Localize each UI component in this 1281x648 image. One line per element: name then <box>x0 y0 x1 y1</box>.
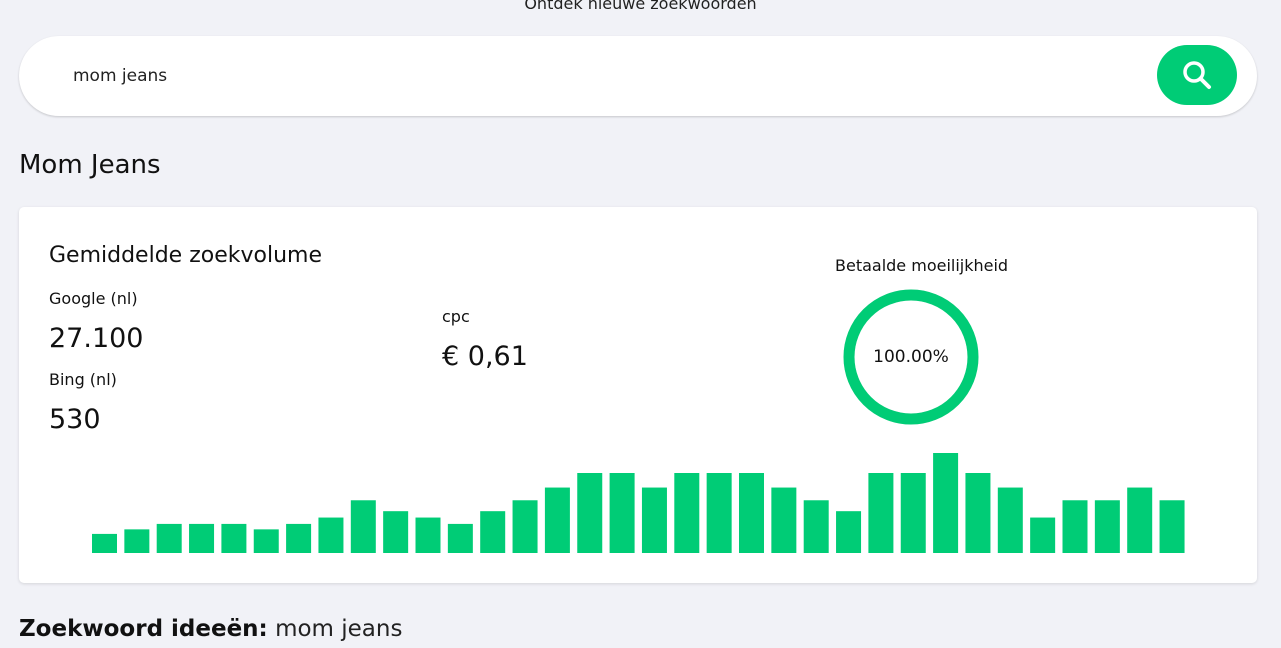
volume-bar-28 <box>965 473 991 553</box>
volume-bar-22 <box>771 487 797 553</box>
volume-bar-17 <box>609 473 635 553</box>
volume-bar-29 <box>997 487 1023 553</box>
bing-volume-value: 530 <box>49 404 101 435</box>
keyword-ideas-label: Zoekwoord ideeën: <box>19 616 268 642</box>
volume-bar-11 <box>415 517 441 553</box>
volume-bar-32 <box>1094 500 1120 553</box>
volume-bar-19 <box>674 473 700 553</box>
keyword-title: Mom Jeans <box>19 150 161 180</box>
volume-bar-1 <box>92 533 117 553</box>
paid-difficulty-value: 100.00% <box>873 347 949 367</box>
search-button[interactable] <box>1157 45 1237 105</box>
bing-volume-label: Bing (nl) <box>49 370 117 389</box>
volume-bar-5 <box>221 523 247 553</box>
volume-bar-24 <box>836 511 862 553</box>
volume-bar-10 <box>383 511 409 553</box>
volume-bar-12 <box>447 523 473 553</box>
volume-bar-25 <box>868 473 894 553</box>
volume-bar-33 <box>1127 487 1153 553</box>
volume-bar-20 <box>706 473 732 553</box>
volume-bar-23 <box>803 500 829 553</box>
keyword-ideas-heading: Zoekwoord ideeën: mom jeans <box>19 616 402 642</box>
volume-bar-27 <box>933 453 959 553</box>
paid-difficulty-label: Betaalde moeilijkheid <box>835 256 1009 275</box>
volume-bar-9 <box>350 500 376 553</box>
volume-bar-14 <box>512 500 538 553</box>
search-icon <box>1183 61 1211 89</box>
cpc-value: € 0,61 <box>442 341 528 372</box>
volume-bar-16 <box>577 473 603 553</box>
volume-bar-21 <box>739 473 764 553</box>
volume-bar-13 <box>480 511 506 553</box>
volume-bar-6 <box>253 529 279 553</box>
volume-bar-2 <box>124 529 150 553</box>
search-input[interactable] <box>73 62 1073 90</box>
volume-bar-31 <box>1062 500 1088 553</box>
volume-bar-26 <box>900 473 926 553</box>
google-volume-value: 27.100 <box>49 323 144 354</box>
search-bar <box>19 36 1257 116</box>
search-volume-heading: Gemiddelde zoekvolume <box>49 243 322 268</box>
volume-bar-7 <box>286 523 312 553</box>
volume-bar-8 <box>318 517 344 553</box>
volume-bar-3 <box>156 523 182 553</box>
volume-bar-15 <box>544 487 570 553</box>
volume-bar-34 <box>1159 500 1185 553</box>
paid-difficulty-gauge: 100.00% <box>841 287 981 427</box>
google-volume-label: Google (nl) <box>49 289 138 308</box>
keyword-metrics-card: Gemiddelde zoekvolume Google (nl) 27.100… <box>19 207 1257 583</box>
cpc-label: cpc <box>442 307 470 326</box>
page-header-title: Ontdek nieuwe zoekwoorden <box>524 0 757 13</box>
volume-bar-18 <box>641 487 667 553</box>
keyword-ideas-keyword: mom jeans <box>275 616 403 642</box>
volume-bar-30 <box>1030 517 1056 553</box>
volume-bar-4 <box>189 523 215 553</box>
